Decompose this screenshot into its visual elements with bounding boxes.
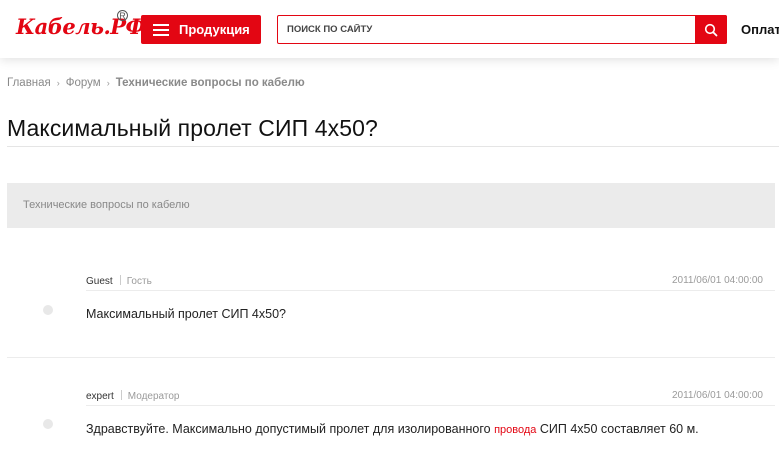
avatar [43,305,53,315]
breadcrumb-separator: › [56,78,60,88]
menu-icon [153,23,169,36]
post-text-after: СИП 4x50 составляет 60 м. [536,422,699,436]
breadcrumb-current: Технические вопросы по кабелю [115,77,305,89]
payment-link[interactable]: Оплат [741,22,779,37]
post-date: 2011/06/01 04:00:00 [671,390,763,401]
breadcrumb-forum[interactable]: Форум [66,77,101,89]
post-date: 2011/06/01 04:00:00 [671,275,763,286]
products-menu-label: Продукция [179,22,250,37]
post-divider [7,357,775,358]
breadcrumb-home[interactable]: Главная [7,77,51,89]
category-bar: Технические вопросы по кабелю [7,183,775,228]
forum-post: Guest Гость 2011/06/01 04:00:00 Максималь… [0,270,779,358]
post-inline-link[interactable]: провода [494,424,536,436]
post-role: Гость [126,276,152,287]
meta-separator [120,390,122,400]
post-role: Модератор [127,391,180,402]
site-header: Кабель.РФ R Продукция Оплат [0,0,779,58]
breadcrumb-separator: › [106,78,110,88]
post-meta: Guest Гость 2011/06/01 04:00:00 [86,275,763,291]
site-logo[interactable]: Кабель.РФ R [6,10,146,46]
post-header-divider [86,405,775,406]
title-divider [7,146,779,147]
search-icon [704,23,718,36]
avatar [43,419,53,429]
post-text: Здравствуйте. Максимально допустимый про… [86,422,699,436]
post-author: expert [86,391,114,402]
post-header-divider [86,290,775,291]
search-button[interactable] [695,15,727,44]
post-author: Guest [86,276,113,287]
post-text-before: Здравствуйте. Максимально допустимый про… [86,422,495,436]
registered-mark-icon: R [117,10,128,21]
breadcrumb: Главная › Форум › Технические вопросы по… [7,77,305,89]
post-meta: expert Модератор 2011/06/01 04:00:00 [86,390,763,406]
category-label[interactable]: Технические вопросы по кабелю [23,199,190,211]
post-text: Максимальный пролет СИП 4x50? [86,307,286,321]
products-menu-button[interactable]: Продукция [141,15,261,44]
search-box [277,15,727,44]
page-title: Максимальный пролет СИП 4x50? [7,115,378,141]
meta-separator [119,275,121,285]
search-input[interactable] [278,16,696,43]
forum-post: expert Модератор 2011/06/01 04:00:00 Здра… [0,385,779,454]
